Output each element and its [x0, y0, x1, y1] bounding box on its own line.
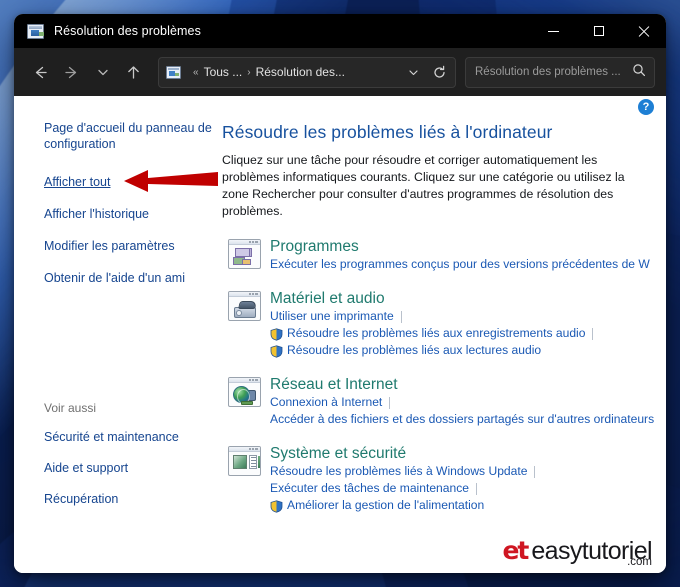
- shield-icon: [270, 500, 283, 513]
- watermark-wordmark: easytutoriel .com: [531, 539, 652, 569]
- close-icon: [637, 25, 650, 38]
- control-panel-icon: [27, 23, 44, 39]
- link-audio-playback[interactable]: Résoudre les problèmes liés aux lectures…: [287, 342, 541, 359]
- category-row: Utiliser une imprimante: [270, 308, 654, 325]
- chevron-down-icon: [97, 69, 108, 76]
- sidebar-item-show-all[interactable]: Afficher tout: [44, 174, 110, 190]
- link-windows-update[interactable]: Résoudre les problèmes liés à Windows Up…: [270, 463, 527, 480]
- search-box[interactable]: Résolution des problèmes ...: [465, 56, 655, 88]
- category-title-hardware-audio[interactable]: Matériel et audio: [270, 290, 385, 307]
- category-text: Matériel et audio Utiliser une imprimant…: [270, 289, 654, 359]
- help-button[interactable]: ?: [638, 99, 654, 115]
- category-row: Accéder à des fichiers et des dossiers p…: [270, 411, 654, 428]
- category-row: Résoudre les problèmes liés à Windows Up…: [270, 463, 654, 480]
- watermark-logo: et easytutoriel .com: [502, 536, 652, 569]
- watermark-monogram: et: [502, 536, 529, 565]
- close-button[interactable]: [621, 14, 666, 48]
- control-panel-window: Résolution des problèmes « Tous ... › Ré…: [14, 14, 666, 573]
- sidebar: Page d'accueil du panneau de configurati…: [14, 96, 222, 573]
- minimize-icon: [548, 30, 559, 32]
- link-divider: [476, 482, 477, 495]
- programs-icon: [228, 239, 261, 269]
- see-also-section: Voir aussi Sécurité et maintenance Aide …: [44, 401, 224, 521]
- back-button[interactable]: [25, 57, 56, 88]
- link-audio-recording[interactable]: Résoudre les problèmes liés aux enregist…: [287, 325, 585, 342]
- category-row: Connexion à Internet: [270, 394, 654, 411]
- category-list: Programmes Exécuter les programmes conçu…: [222, 237, 654, 514]
- maximize-icon: [593, 26, 604, 36]
- category-row: Résoudre les problèmes liés aux lectures…: [270, 342, 654, 359]
- sidebar-item-control-panel-home[interactable]: Page d'accueil du panneau de configurati…: [44, 120, 216, 152]
- window-body: Page d'accueil du panneau de configurati…: [14, 96, 666, 573]
- hardware-audio-icon: [228, 291, 261, 321]
- refresh-button[interactable]: [426, 60, 452, 85]
- link-divider: [400, 310, 402, 323]
- breadcrumb-overflow[interactable]: «: [193, 67, 199, 78]
- category-text: Réseau et Internet Connexion à Internet …: [270, 375, 654, 428]
- shield-icon: [270, 328, 283, 341]
- recent-locations-button[interactable]: [87, 57, 118, 88]
- link-use-printer[interactable]: Utiliser une imprimante: [270, 308, 394, 325]
- link-maintenance-tasks[interactable]: Exécuter des tâches de maintenance: [270, 480, 469, 497]
- search-input[interactable]: Résolution des problèmes ...: [475, 66, 632, 78]
- control-panel-icon: [166, 65, 181, 79]
- breadcrumb-separator: ›: [247, 66, 251, 78]
- link-power-management[interactable]: Améliorer la gestion de l'alimentation: [287, 497, 484, 514]
- arrow-up-icon: [128, 65, 139, 79]
- up-button[interactable]: [118, 57, 149, 88]
- category-row: Exécuter des tâches de maintenance: [270, 480, 654, 497]
- category-row: Résoudre les problèmes liés aux enregist…: [270, 325, 654, 342]
- category-hardware-audio: Matériel et audio Utiliser une imprimant…: [222, 289, 654, 359]
- window-title: Résolution des problèmes: [54, 24, 201, 38]
- watermark-tld: .com: [627, 556, 652, 568]
- breadcrumb-item-troubleshooting[interactable]: Résolution des...: [256, 65, 345, 79]
- arrow-right-icon: [65, 66, 77, 78]
- category-network-internet: Réseau et Internet Connexion à Internet …: [222, 375, 654, 428]
- title-bar: Résolution des problèmes: [14, 14, 666, 48]
- category-text: Système et sécurité Résoudre les problèm…: [270, 444, 654, 514]
- see-also-item-help-support[interactable]: Aide et support: [44, 460, 128, 476]
- link-divider: [389, 396, 391, 409]
- see-also-item-security-maintenance[interactable]: Sécurité et maintenance: [44, 429, 179, 445]
- page-description: Cliquez sur une tâche pour résoudre et c…: [222, 153, 625, 218]
- category-row: Améliorer la gestion de l'alimentation: [270, 497, 654, 514]
- link-divider: [534, 465, 536, 478]
- system-security-icon: [228, 446, 261, 476]
- category-system-security: Système et sécurité Résoudre les problèm…: [222, 444, 654, 514]
- address-bar[interactable]: « Tous ... › Résolution des...: [158, 56, 456, 88]
- forward-button[interactable]: [56, 57, 87, 88]
- category-text: Programmes Exécuter les programmes conçu…: [270, 237, 654, 273]
- link-run-legacy-programs[interactable]: Exécuter les programmes conçus pour des …: [270, 256, 650, 273]
- arrow-left-icon: [35, 66, 47, 78]
- see-also-title: Voir aussi: [44, 401, 97, 415]
- see-also-item-recovery[interactable]: Récupération: [44, 491, 118, 507]
- search-icon: [632, 63, 646, 82]
- navigation-toolbar: « Tous ... › Résolution des... Résolutio…: [14, 48, 666, 96]
- shield-icon: [270, 345, 283, 358]
- link-shared-files-folders[interactable]: Accéder à des fichiers et des dossiers p…: [270, 411, 654, 428]
- network-internet-icon: [228, 377, 261, 407]
- maximize-button[interactable]: [576, 14, 621, 48]
- main-content: ? Résoudre les problèmes liés à l'ordina…: [222, 96, 666, 573]
- link-divider: [592, 327, 594, 340]
- desktop-background: Résolution des problèmes « Tous ... › Ré…: [0, 0, 680, 587]
- refresh-icon: [433, 65, 445, 78]
- category-programs: Programmes Exécuter les programmes conçu…: [222, 237, 654, 273]
- category-title-network-internet[interactable]: Réseau et Internet: [270, 376, 398, 393]
- category-title-system-security[interactable]: Système et sécurité: [270, 445, 406, 462]
- sidebar-item-get-help-from-friend[interactable]: Obtenir de l'aide d'un ami: [44, 270, 185, 286]
- page-title: Résoudre les problèmes liés à l'ordinate…: [222, 122, 553, 142]
- sidebar-item-change-settings[interactable]: Modifier les paramètres: [44, 238, 175, 254]
- category-row: Exécuter les programmes conçus pour des …: [270, 256, 654, 273]
- minimize-button[interactable]: [531, 14, 576, 48]
- breadcrumb-item-all[interactable]: Tous ...: [204, 65, 243, 79]
- address-dropdown-button[interactable]: [400, 60, 426, 85]
- sidebar-item-show-history[interactable]: Afficher l'historique: [44, 206, 149, 222]
- chevron-down-icon: [408, 69, 418, 75]
- category-title-programs[interactable]: Programmes: [270, 238, 359, 255]
- link-internet-connection[interactable]: Connexion à Internet: [270, 394, 382, 411]
- window-controls: [531, 14, 666, 48]
